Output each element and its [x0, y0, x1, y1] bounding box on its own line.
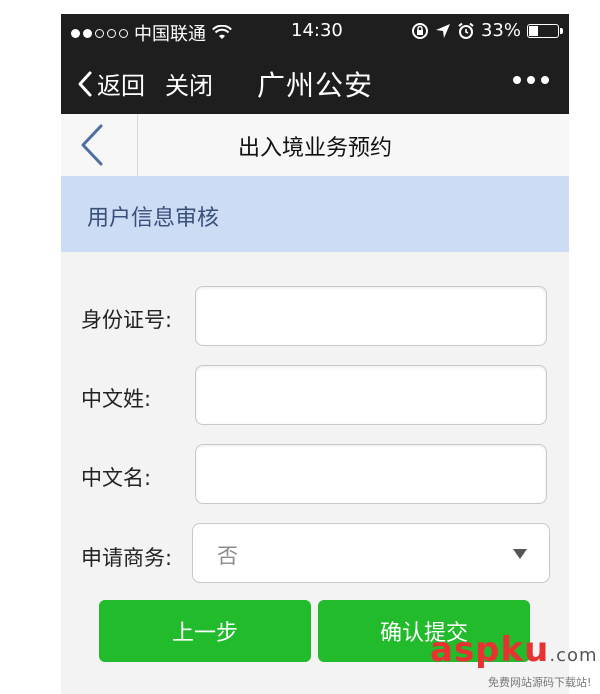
nav-title: 广州公安	[257, 69, 374, 102]
more-options-icon[interactable]	[513, 76, 549, 84]
surname-label: 中文姓:	[81, 387, 152, 411]
status-bar: 中国联通 14:30 33%	[61, 14, 569, 48]
previous-step-button[interactable]: 上一步	[99, 600, 311, 662]
watermark-tagline: 免费网站源码下载站!	[488, 676, 592, 689]
battery-percent: 33%	[480, 20, 521, 41]
rotation-lock-icon	[411, 22, 428, 39]
watermark-brand: aspku.com	[430, 630, 598, 670]
page-back-button[interactable]	[61, 114, 138, 176]
status-left: 中国联通	[71, 20, 232, 46]
status-time: 14:30	[291, 20, 343, 41]
alarm-clock-icon	[458, 22, 474, 39]
business-select-value: 否	[217, 544, 238, 568]
section-banner: 用户信息审核	[61, 176, 569, 252]
given-name-label: 中文名:	[81, 466, 152, 490]
business-select[interactable]: 否	[192, 523, 550, 583]
location-arrow-icon	[435, 23, 450, 38]
wifi-icon	[212, 25, 232, 39]
id-number-label: 身份证号:	[81, 308, 173, 332]
id-number-input[interactable]	[195, 286, 547, 346]
back-button[interactable]: 返回	[77, 66, 145, 101]
nav-bar: 返回 关闭 广州公安	[61, 48, 569, 114]
dropdown-caret-icon	[513, 549, 527, 559]
carrier-name: 中国联通	[134, 24, 206, 45]
page-title: 出入境业务预约	[237, 136, 392, 161]
signal-strength-icon	[71, 28, 128, 38]
status-right: 33%	[411, 20, 563, 41]
surname-input[interactable]	[195, 365, 547, 425]
phone-screen: 中国联通 14:30 33% 返回 关闭 广州公安 出入境业务预约 用户信息审核…	[61, 14, 569, 694]
section-title: 用户信息审核	[87, 206, 220, 231]
chevron-left-icon	[78, 71, 92, 96]
close-button[interactable]: 关闭	[165, 66, 213, 101]
given-name-input[interactable]	[195, 444, 547, 504]
chevron-left-icon	[81, 124, 103, 166]
page-header: 出入境业务预约	[61, 114, 569, 177]
watermark-logo: aspku.com 免费网站源码下载站!	[430, 630, 600, 694]
business-label: 申请商务:	[81, 546, 173, 570]
battery-icon	[527, 23, 563, 38]
back-label: 返回	[97, 72, 145, 100]
